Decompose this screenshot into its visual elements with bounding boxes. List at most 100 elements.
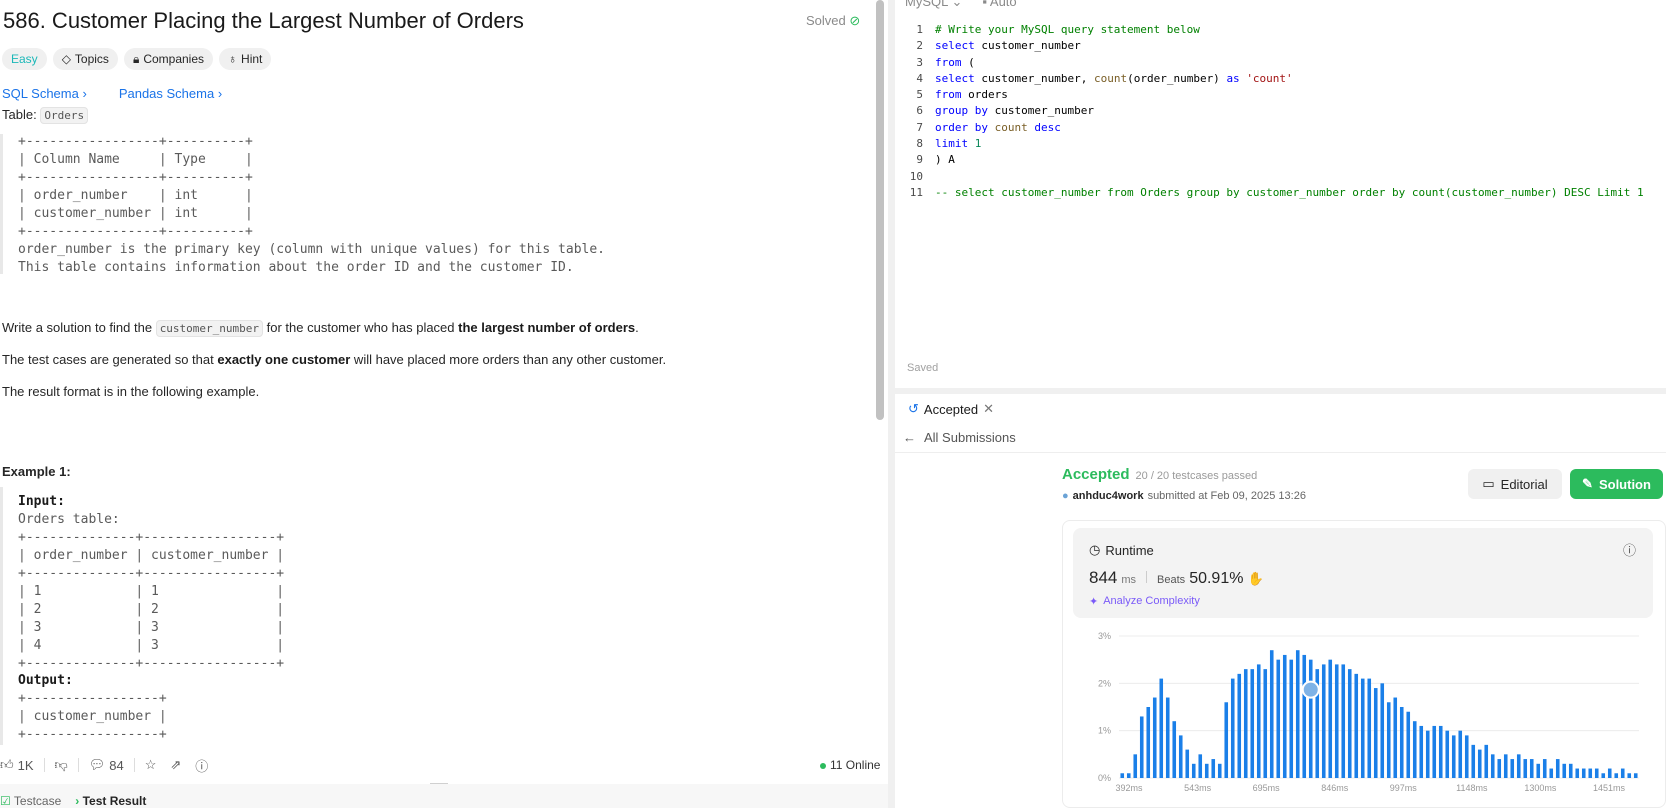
chart-bar [1471,744,1476,778]
chart-bar [1230,678,1235,778]
input-block: Orders table: +--------------+----------… [18,512,285,671]
close-icon[interactable]: ✕ [983,401,994,417]
chart-bar [1510,759,1515,778]
chart-bar [1393,697,1398,778]
chart-bar [1607,768,1612,778]
star-icon: ☆ [144,757,157,772]
chart-bar [1497,759,1502,778]
chevron-right-icon: › [217,86,223,101]
sql-schema-link[interactable]: SQL Schema › [2,86,87,101]
vertical-splitter[interactable] [888,0,895,808]
x-tick-label: 1148ms [1456,783,1488,793]
hint-tag[interactable]: ♁ Hint [219,48,272,70]
scrollbar[interactable] [876,0,884,420]
solution-button[interactable]: ✎ Solution [1570,469,1663,499]
chart-bar [1250,669,1255,778]
blockquote-border [0,134,3,274]
chart-bar [1198,754,1203,778]
tab-testcase[interactable]: ☑ Testcase [0,794,61,808]
submission-user: ● anhduc4work submitted at Feb 09, 2025 13… [1062,490,1306,502]
chart-bar [1542,759,1547,778]
runtime-distribution-chart: 3% 2% 1% 0% 392ms 543ms 695ms 846ms 997ms 1148ms 1… [1098,631,1639,793]
dislike-button[interactable]: 👎︎ [55,757,68,773]
thumbs-up-icon: 👍︎ [0,757,14,772]
chart-bar [1302,654,1307,778]
chart-bar [1594,768,1599,778]
table-line: Table: Orders [2,107,89,124]
chart-bar [1308,659,1313,778]
problem-panel: 586. Customer Placing the Largest Number… [0,0,888,808]
auto-mode[interactable]: ▪ Auto [982,0,1016,10]
chart-bar [1367,678,1372,778]
chart-bar [1139,716,1144,778]
difficulty-tag[interactable]: Easy [2,48,47,70]
output-label: Output: [18,673,73,688]
favorite-button[interactable]: ☆ [145,757,157,773]
code-area[interactable]: 1 # Write your MySQL query statement belo… [895,22,1644,201]
chart-bar [1445,730,1450,778]
x-tick-label: 1451ms [1593,783,1626,793]
x-tick-label: 1300ms [1524,783,1557,793]
chart-bar [1529,759,1534,778]
chart-bar [1633,773,1638,778]
editor-toolbar: MySQL ⌄ ▪ Auto [905,0,1017,10]
share-button[interactable]: ⇗ [170,757,181,773]
paragraph-2: The test cases are generated so that exa… [2,352,667,367]
x-tick-label: 997ms [1390,783,1418,793]
y-tick-label: 2% [1098,678,1111,688]
chart-bar [1185,749,1190,778]
chart-bar [1386,702,1391,778]
chart-bar [1269,650,1274,778]
chart-bar [1146,707,1151,778]
all-submissions-link[interactable]: ← All Submissions [903,430,1016,445]
chart-bar [1425,730,1430,778]
chart-bar [1204,763,1209,778]
chart-bar [1120,773,1125,778]
chart-bar [1399,707,1404,778]
chart-bar [1152,697,1157,778]
chart-bar [1243,669,1248,778]
comments-button[interactable]: 💬︎ 84 [89,757,124,773]
solved-status: Solved ⊘ [806,13,861,28]
action-bar: 👍︎ 1K 👎︎ 💬︎ 84 ☆ ⇗ ⓘ [0,752,888,778]
info-icon[interactable]: ⓘ [1623,540,1636,559]
chart-bar [1620,768,1625,778]
divider [895,452,1666,453]
companies-tag[interactable]: 🔒︎ Companies [123,48,214,70]
username[interactable]: anhduc4work [1073,490,1144,502]
online-count: 11 Online [820,758,880,772]
tag-row: Easy ◇ Topics 🔒︎ Companies ♁ Hint [2,48,272,70]
chevron-right-icon: › [82,86,87,101]
x-tick-label: 543ms [1184,783,1212,793]
clap-icon: ✋ [1247,571,1264,586]
chart-bar [1419,725,1424,778]
example-border [0,487,3,745]
chart-bar [1217,763,1222,778]
help-button[interactable]: ⓘ [195,756,208,775]
chart-bar [1380,683,1385,778]
language-select[interactable]: MySQL ⌄ [905,0,962,10]
editorial-button[interactable]: ▭ Editorial [1468,469,1562,499]
like-button[interactable]: 👍︎ 1K [0,757,34,773]
x-tick-label: 392ms [1115,783,1143,793]
book-icon: ▭ [1482,476,1495,491]
chart-bar [1354,673,1359,778]
chart-bar [1406,711,1411,778]
analyze-complexity-link[interactable]: ✦ Analyze Complexity [1089,595,1200,608]
output-block: +-----------------+ | customer_number | … [18,691,167,742]
chart-bar [1464,735,1469,778]
topics-tag[interactable]: ◇ Topics [52,48,118,70]
share-icon: ⇗ [170,757,182,772]
avatar[interactable]: ● [1062,490,1069,502]
paragraph-3: The result format is in the following ex… [2,384,260,399]
lock-icon: 🔒︎ [132,51,140,66]
tab-accepted[interactable]: ↺ Accepted ✕ [908,401,994,417]
example-title: Example 1: [2,464,71,479]
chart-bar [1126,773,1131,778]
runtime-label: ◷ Runtime [1089,542,1154,558]
edit-icon: ✎ [1582,476,1593,491]
tab-test-result[interactable]: › Test Result [75,794,146,808]
chart-bar [1178,735,1183,778]
chart-bar [1237,673,1242,778]
pandas-schema-link[interactable]: Pandas Schema › [119,86,222,101]
